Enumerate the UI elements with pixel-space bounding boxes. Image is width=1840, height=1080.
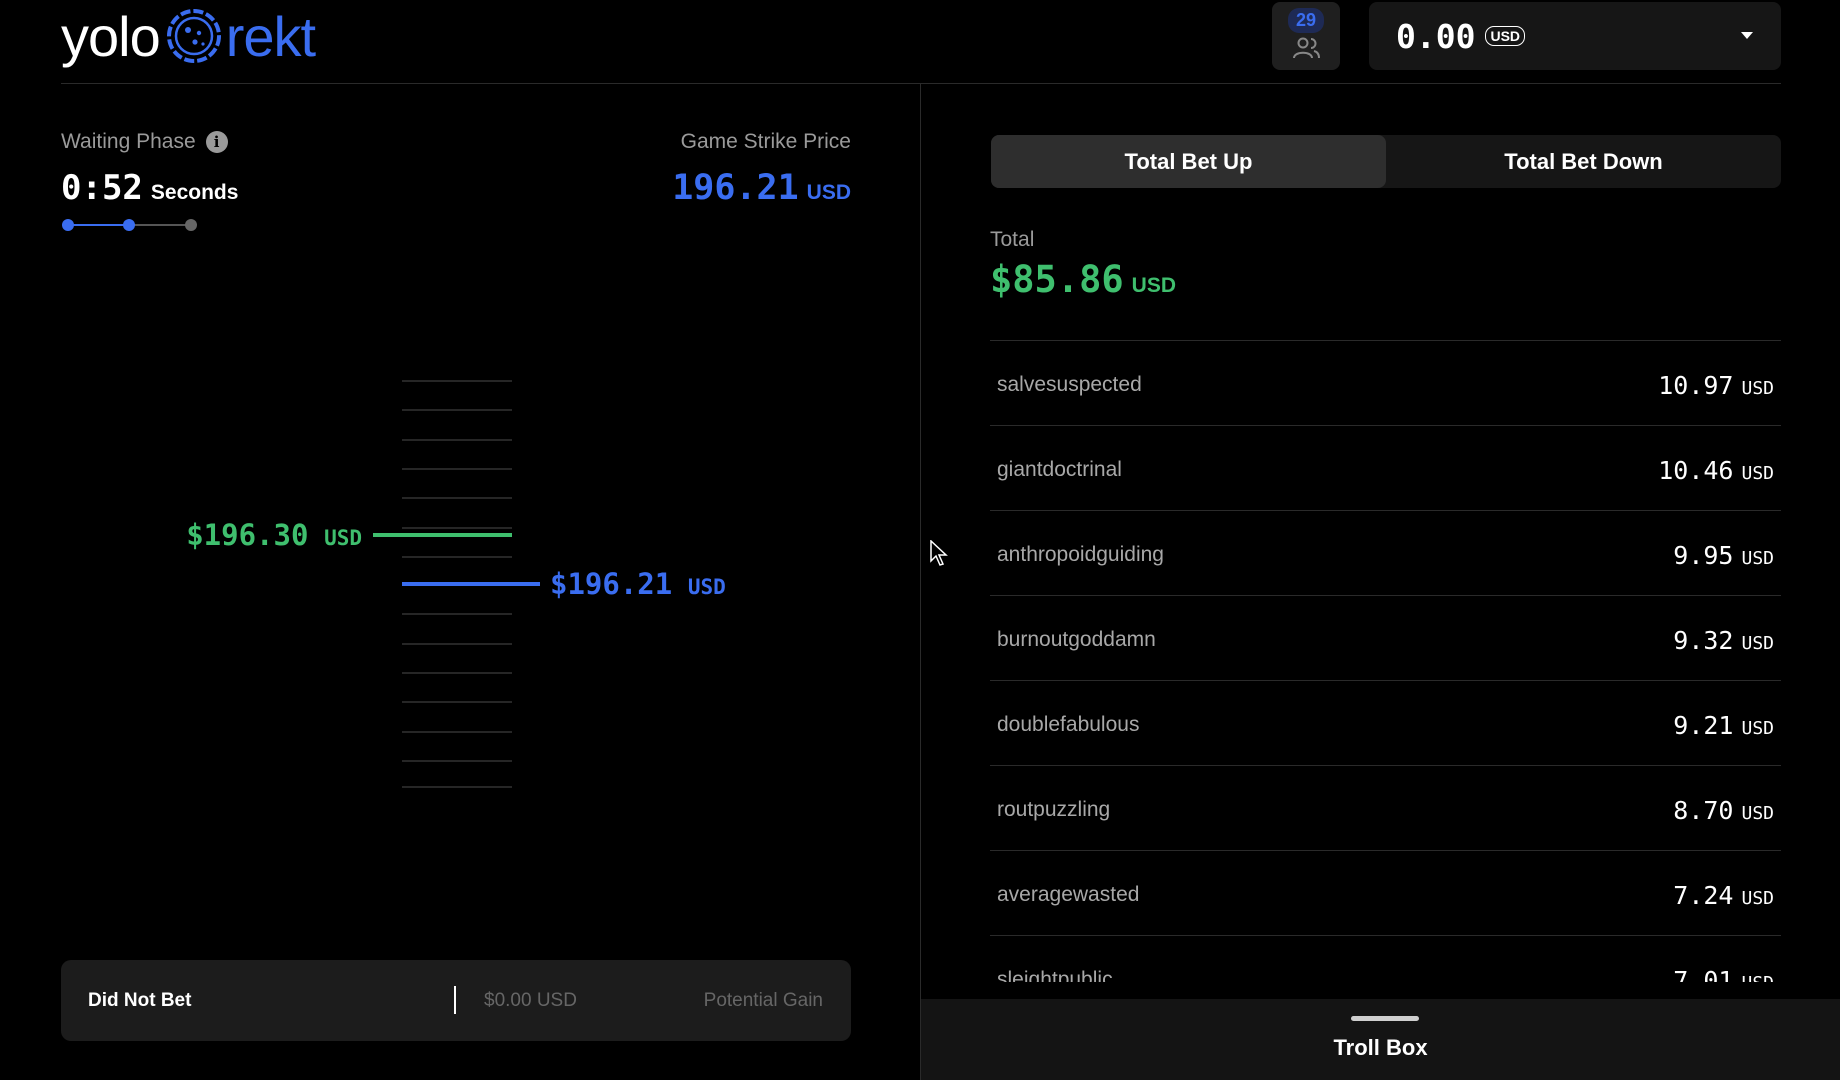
- bet-amount-value: 10.97: [1658, 371, 1734, 400]
- bet-amount-cell: 9.21 USD: [1673, 711, 1774, 740]
- total-label: Total: [990, 228, 1035, 251]
- bet-row: giantdoctrinal 10.46 USD: [990, 426, 1781, 511]
- timer-value: 0:52: [61, 168, 143, 208]
- bettor-name: sleightpublic: [997, 968, 1113, 982]
- phase-progress-steps: [62, 219, 197, 231]
- balance-selector[interactable]: 0.00 USD: [1369, 2, 1781, 70]
- bet-amount-cell: 8.70 USD: [1673, 796, 1774, 825]
- bettor-name: anthropoidguiding: [997, 543, 1164, 566]
- total-amount-value: $85.86: [990, 258, 1124, 301]
- bet-amount-currency: USD: [1741, 888, 1774, 909]
- bet-amount-cell: 10.46 USD: [1658, 456, 1774, 485]
- drawer-handle[interactable]: [1351, 1016, 1419, 1021]
- coin-logo-icon: [166, 9, 221, 63]
- total-amount: $85.86 USD: [990, 258, 1176, 301]
- strike-price-label: Game Strike Price: [680, 130, 851, 153]
- bet-amount-currency: USD: [1741, 548, 1774, 569]
- caret-down-icon[interactable]: [1741, 32, 1753, 39]
- info-icon[interactable]: i: [205, 131, 228, 153]
- svg-text:$196.21 USD: $196.21 USD: [550, 567, 726, 601]
- bettor-name: doublefabulous: [997, 713, 1140, 736]
- bet-row: burnoutgoddamn 9.32 USD: [990, 596, 1781, 681]
- panel-divider: [920, 84, 921, 1080]
- phase-label-text: Waiting Phase: [61, 130, 196, 153]
- bettor-name: averagewasted: [997, 883, 1140, 906]
- bet-amount-value: 7.24: [1673, 881, 1734, 910]
- bet-amount-cell: 7.01 USD: [1673, 966, 1774, 982]
- bet-separator: [454, 986, 456, 1014]
- logo-text-yolo: yolo: [61, 4, 161, 68]
- balance-value: 0.00: [1396, 16, 1476, 56]
- bet-amount-value: 7.01: [1673, 966, 1734, 982]
- players-count-badge: 29: [1287, 8, 1325, 33]
- logo[interactable]: yolo rekt: [61, 4, 316, 68]
- total-amount-currency: USD: [1131, 274, 1176, 297]
- bet-row: averagewasted 7.24 USD: [990, 851, 1781, 936]
- bet-row: routpuzzling 8.70 USD: [990, 766, 1781, 851]
- bettor-name: salvesuspected: [997, 373, 1142, 396]
- bet-amount: $0.00 USD: [484, 990, 577, 1011]
- strike-line-currency: USD: [688, 575, 726, 599]
- phase-label: Waiting Phase i: [61, 130, 228, 154]
- bet-amount-currency: USD: [1741, 973, 1774, 982]
- potential-gain-label: Potential Gain: [703, 990, 823, 1011]
- current-price-currency: USD: [324, 526, 362, 550]
- bet-amount-value: 10.46: [1658, 456, 1734, 485]
- bet-amount-cell: 7.24 USD: [1673, 881, 1774, 910]
- bet-amount-value: 9.21: [1673, 711, 1734, 740]
- bet-amount-value: 8.70: [1673, 796, 1734, 825]
- timer-unit: Seconds: [150, 181, 239, 204]
- troll-box-label: Troll Box: [1333, 1035, 1428, 1060]
- bettor-name: giantdoctrinal: [997, 458, 1122, 481]
- bet-direction-tabs: Total Bet Up Total Bet Down: [991, 135, 1781, 188]
- bet-row: anthropoidguiding 9.95 USD: [990, 511, 1781, 596]
- tab-total-bet-down[interactable]: Total Bet Down: [1386, 135, 1781, 188]
- troll-box-drawer[interactable]: Troll Box: [921, 999, 1840, 1080]
- bet-amount-cell: 9.95 USD: [1673, 541, 1774, 570]
- bet-amount-currency: USD: [1741, 803, 1774, 824]
- bet-row: salvesuspected 10.97 USD: [990, 341, 1781, 426]
- header: yolo rekt 29 0.00 USD: [61, 0, 1781, 84]
- users-icon: [1293, 37, 1320, 59]
- strike-price: 196.21 USD: [672, 168, 851, 208]
- bettor-name: burnoutgoddamn: [997, 628, 1156, 651]
- bets-list[interactable]: salvesuspected 10.97 USD giantdoctrinal 1…: [990, 340, 1781, 982]
- logo-text-rekt: rekt: [225, 4, 316, 68]
- bet-amount-currency: USD: [1741, 633, 1774, 654]
- bet-status-panel: Did Not Bet $0.00 USD Potential Gain: [61, 960, 851, 1041]
- players-button[interactable]: 29: [1272, 2, 1340, 70]
- bet-row: sleightpublic 7.01 USD: [990, 936, 1781, 982]
- bet-amount-value: 9.95: [1673, 541, 1734, 570]
- phase-step-3: [185, 219, 197, 231]
- bet-amount-value: 9.32: [1673, 626, 1734, 655]
- phase-step-1: [62, 219, 74, 231]
- current-price-label: $196.30: [186, 518, 308, 552]
- bettor-name: routpuzzling: [997, 798, 1111, 821]
- bet-amount-cell: 10.97 USD: [1658, 371, 1774, 400]
- bet-row: doublefabulous 9.21 USD: [990, 681, 1781, 766]
- strike-price-value: 196.21: [672, 168, 799, 208]
- tab-total-bet-up[interactable]: Total Bet Up: [991, 135, 1386, 188]
- strike-price-currency: USD: [806, 181, 851, 204]
- balance-currency-badge: USD: [1485, 26, 1526, 46]
- countdown-timer: 0:52 Seconds: [61, 168, 238, 208]
- svg-text:$196.30 USD: $196.30 USD: [186, 518, 362, 552]
- bet-amount-currency: USD: [1741, 718, 1774, 739]
- bet-amount-currency: USD: [1741, 378, 1774, 399]
- bet-status-text: Did Not Bet: [88, 990, 192, 1011]
- strike-line-label: $196.21: [550, 567, 672, 601]
- bet-amount-cell: 9.32 USD: [1673, 626, 1774, 655]
- price-ladder: $196.30 USD $196.21 USD: [186, 380, 726, 788]
- phase-step-2: [123, 219, 135, 231]
- mouse-cursor-icon: [930, 540, 948, 566]
- bet-amount-currency: USD: [1741, 463, 1774, 484]
